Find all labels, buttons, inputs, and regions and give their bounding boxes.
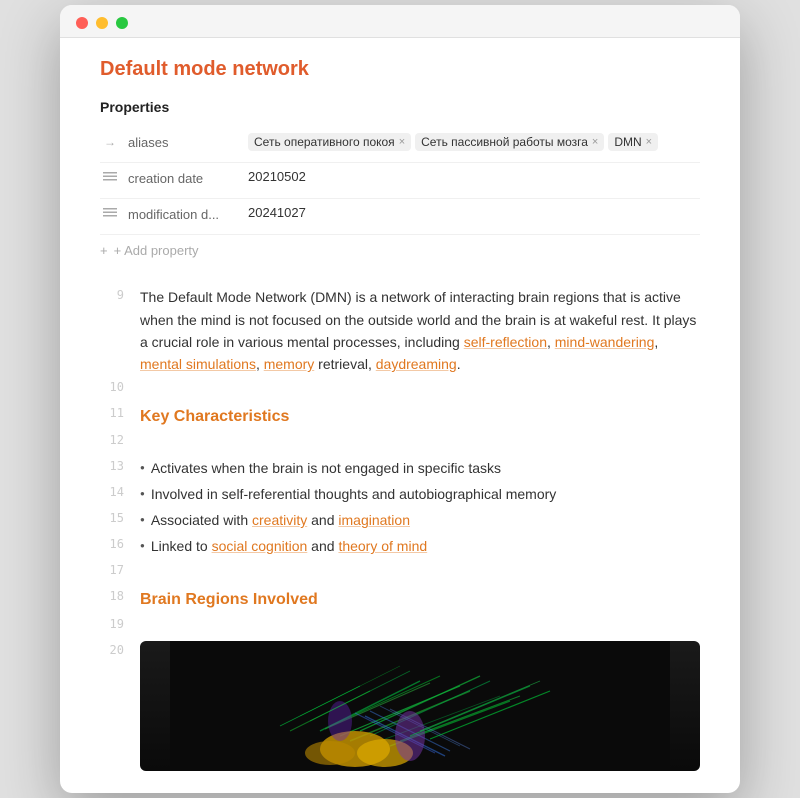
- title-bar: [60, 5, 740, 38]
- line-content-18: Brain Regions Involved: [140, 587, 700, 613]
- bullet-item-3: ● Associated with creativity and imagina…: [140, 509, 700, 531]
- modification-date-icon: [100, 207, 120, 217]
- add-icon: +: [100, 243, 108, 258]
- properties-heading: Properties: [100, 99, 700, 115]
- heading-brain-regions: Brain Regions Involved: [140, 591, 318, 608]
- line-row-11: 11 Key Characteristics: [100, 404, 700, 430]
- tag-label: Сеть пассивной работы мозга: [421, 135, 588, 149]
- tag-close-icon[interactable]: ×: [646, 136, 652, 148]
- property-value-aliases: Сеть оперативного покоя × Сеть пассивной…: [248, 133, 658, 151]
- line-number-16: 16: [100, 535, 140, 551]
- link-self-reflection[interactable]: self-reflection: [464, 334, 547, 350]
- properties-section: Properties → aliases Сеть оперативного п…: [100, 99, 700, 266]
- line-row-10: 10: [100, 378, 700, 402]
- maximize-button[interactable]: [116, 17, 128, 29]
- creation-date-icon: [100, 171, 120, 181]
- bullet-dot-icon: ●: [140, 488, 145, 501]
- tag-close-icon[interactable]: ×: [399, 136, 405, 148]
- page-title: Default mode network: [100, 58, 700, 81]
- tag-close-icon[interactable]: ×: [592, 136, 598, 148]
- line-content-12: [140, 431, 700, 451]
- property-value-modification-date: 20241027: [248, 205, 306, 220]
- link-daydreaming[interactable]: daydreaming: [376, 356, 457, 372]
- bullet-dot-icon: ●: [140, 514, 145, 527]
- line-row-15: 15 ● Associated with creativity and imag…: [100, 509, 700, 533]
- link-imagination[interactable]: imagination: [338, 512, 410, 528]
- line-number-20: 20: [100, 641, 140, 657]
- line-number-18: 18: [100, 587, 140, 603]
- line-content-10: [140, 378, 700, 398]
- bullet-dot-icon: ●: [140, 462, 145, 475]
- alias-icon: →: [100, 135, 120, 149]
- heading-key-characteristics: Key Characteristics: [140, 408, 289, 425]
- line-number-11: 11: [100, 404, 140, 420]
- property-name-modification-date: modification d...: [128, 207, 248, 222]
- link-social-cognition[interactable]: social cognition: [212, 538, 308, 554]
- line-number-15: 15: [100, 509, 140, 525]
- minimize-button[interactable]: [96, 17, 108, 29]
- property-row-modification-date: modification d... 20241027: [100, 199, 700, 235]
- add-property-button[interactable]: + + Add property: [100, 235, 700, 266]
- property-row-aliases: → aliases Сеть оперативного покоя × Сеть…: [100, 127, 700, 163]
- content-area: Default mode network Properties → aliase…: [60, 38, 740, 793]
- property-row-creation-date: creation date 20210502: [100, 163, 700, 199]
- line-row-14: 14 ● Involved in self-referential though…: [100, 483, 700, 507]
- line-number-14: 14: [100, 483, 140, 499]
- line-content-19: [140, 615, 700, 635]
- bullet-item-2: ● Involved in self-referential thoughts …: [140, 483, 700, 505]
- app-window: Default mode network Properties → aliase…: [60, 5, 740, 793]
- line-content-14: ● Involved in self-referential thoughts …: [140, 483, 700, 505]
- bullet-text-4: Linked to social cognition and theory of…: [151, 535, 427, 557]
- property-value-creation-date: 20210502: [248, 169, 306, 184]
- close-button[interactable]: [76, 17, 88, 29]
- tag-label: DMN: [614, 135, 641, 149]
- line-row-13: 13 ● Activates when the brain is not eng…: [100, 457, 700, 481]
- bullet-item-4: ● Linked to social cognition and theory …: [140, 535, 700, 557]
- bullet-text-1: Activates when the brain is not engaged …: [151, 457, 501, 479]
- line-content-13: ● Activates when the brain is not engage…: [140, 457, 700, 479]
- link-creativity[interactable]: creativity: [252, 512, 307, 528]
- bullet-item-1: ● Activates when the brain is not engage…: [140, 457, 700, 479]
- line-content-11: Key Characteristics: [140, 404, 700, 430]
- line-number-9: 9: [100, 286, 140, 302]
- line-row-17: 17: [100, 561, 700, 585]
- line-row-9: 9 The Default Mode Network (DMN) is a ne…: [100, 286, 700, 376]
- line-row-18: 18 Brain Regions Involved: [100, 587, 700, 613]
- property-name-aliases: aliases: [128, 135, 248, 150]
- link-memory[interactable]: memory: [264, 356, 315, 372]
- link-mind-wandering[interactable]: mind-wandering: [555, 334, 655, 350]
- add-property-label: + Add property: [114, 243, 199, 258]
- line-content-16: ● Linked to social cognition and theory …: [140, 535, 700, 557]
- brain-image: [140, 641, 700, 771]
- tag-item: DMN ×: [608, 133, 658, 151]
- tag-item: Сеть пассивной работы мозга ×: [415, 133, 604, 151]
- line-number-19: 19: [100, 615, 140, 631]
- line-number-10: 10: [100, 378, 140, 394]
- line-number-12: 12: [100, 431, 140, 447]
- line-number-17: 17: [100, 561, 140, 577]
- brain-visualization: [140, 641, 700, 771]
- line-number-13: 13: [100, 457, 140, 473]
- line-row-19: 19: [100, 615, 700, 639]
- bullet-text-3: Associated with creativity and imaginati…: [151, 509, 410, 531]
- line-content-9: The Default Mode Network (DMN) is a netw…: [140, 286, 700, 376]
- tag-label: Сеть оперативного покоя: [254, 135, 395, 149]
- property-name-creation-date: creation date: [128, 171, 248, 186]
- line-row-16: 16 ● Linked to social cognition and theo…: [100, 535, 700, 559]
- bullet-dot-icon: ●: [140, 540, 145, 553]
- link-theory-of-mind[interactable]: theory of mind: [338, 538, 427, 554]
- line-content-17: [140, 561, 700, 581]
- link-mental-simulations[interactable]: mental simulations: [140, 356, 256, 372]
- bullet-text-2: Involved in self-referential thoughts an…: [151, 483, 556, 505]
- editor-area: 9 The Default Mode Network (DMN) is a ne…: [100, 286, 700, 771]
- line-content-20: [140, 641, 700, 771]
- tag-item: Сеть оперативного покоя ×: [248, 133, 411, 151]
- line-content-15: ● Associated with creativity and imagina…: [140, 509, 700, 531]
- line-row-12: 12: [100, 431, 700, 455]
- line-row-20: 20: [100, 641, 700, 771]
